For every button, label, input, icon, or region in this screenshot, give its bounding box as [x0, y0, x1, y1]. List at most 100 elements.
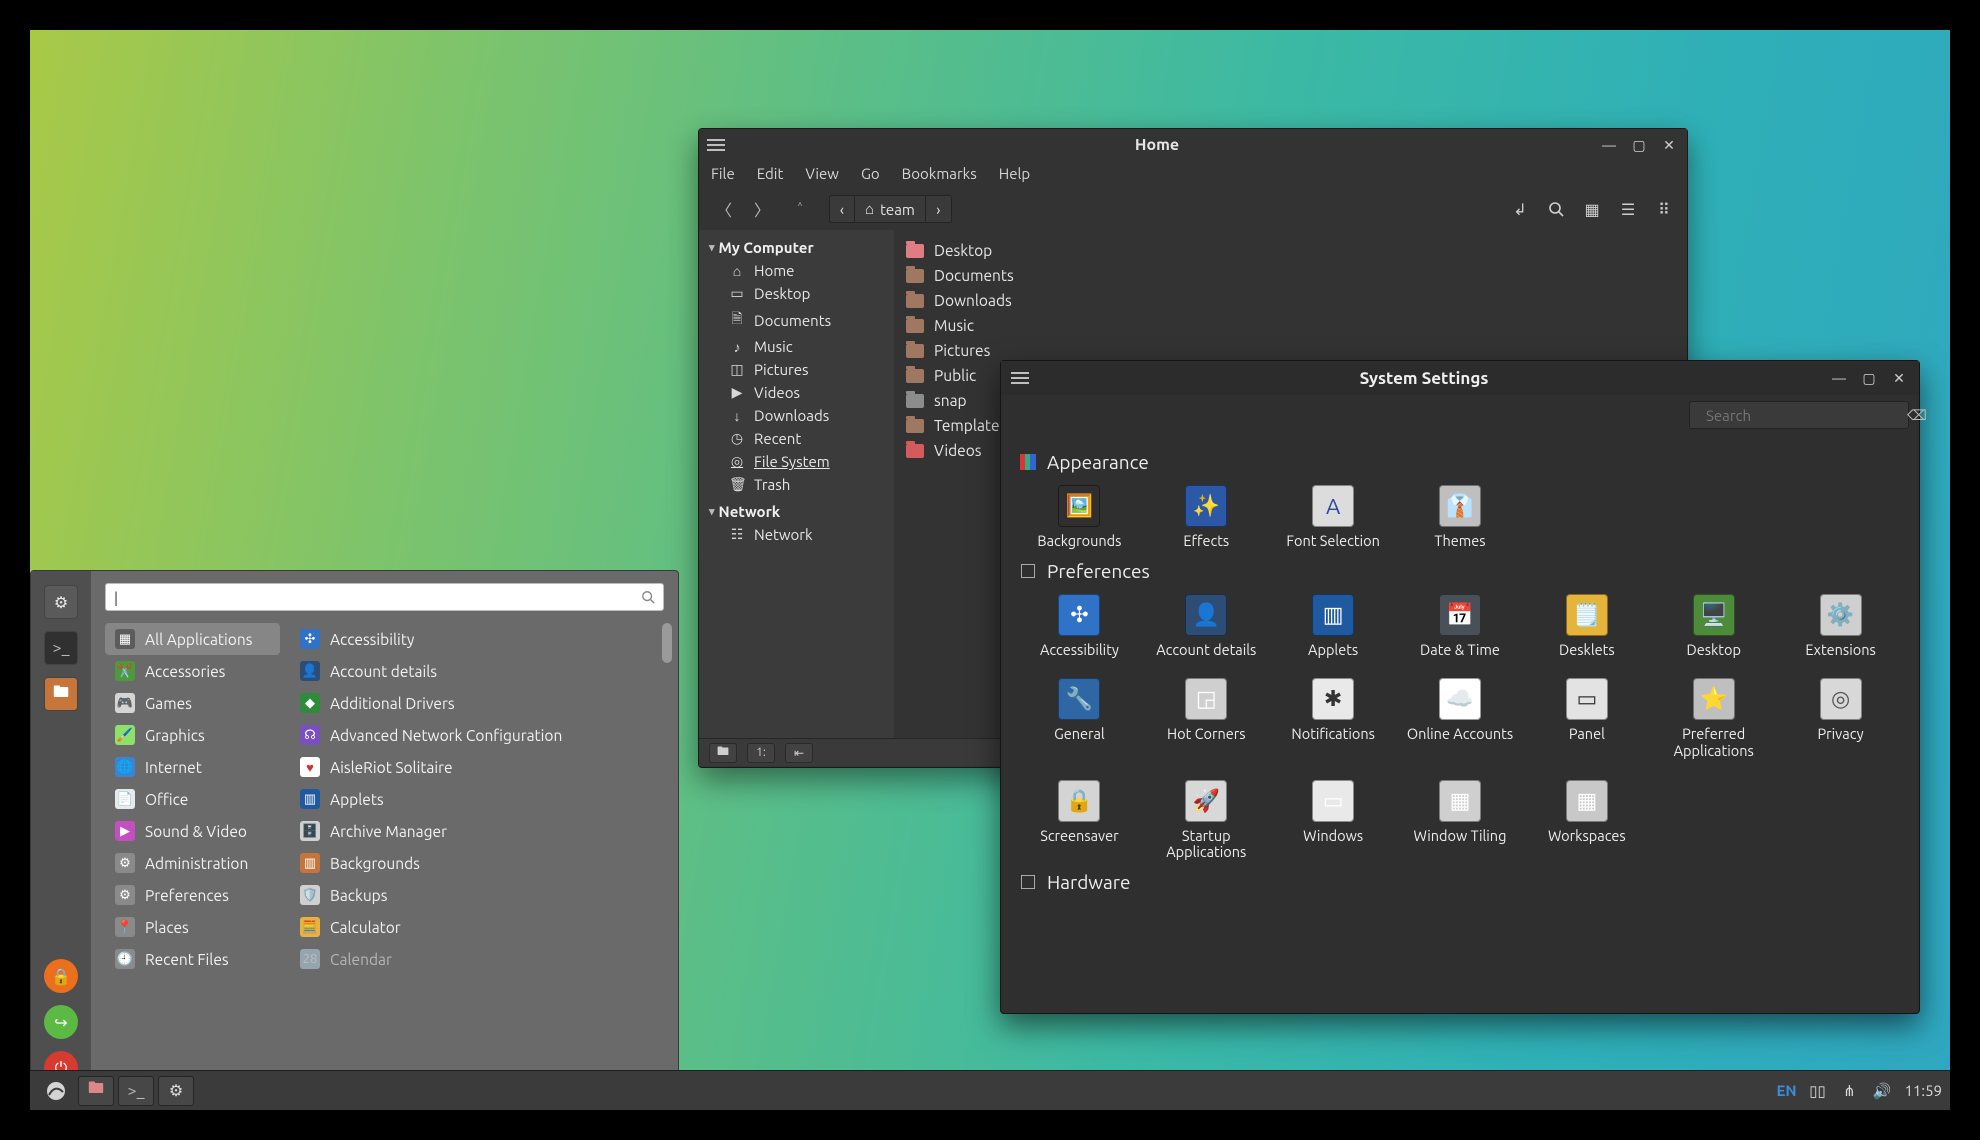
- keyboard-layout-indicator[interactable]: EN: [1776, 1082, 1794, 1099]
- sidebar-group-network[interactable]: ▾Network: [709, 500, 894, 523]
- close-button[interactable]: ✕: [1889, 368, 1909, 388]
- close-button[interactable]: ✕: [1659, 135, 1679, 155]
- icon-view-button[interactable]: ▦: [1579, 196, 1605, 222]
- menu-app-account-details[interactable]: 👤Account details: [290, 655, 664, 687]
- menu-help[interactable]: Help: [999, 165, 1030, 182]
- back-button[interactable]: 〈: [709, 194, 739, 224]
- taskbar-files[interactable]: 🖿: [78, 1076, 114, 1106]
- menu-file[interactable]: File: [711, 165, 735, 182]
- scrollbar[interactable]: [662, 623, 672, 663]
- settings-item-effects[interactable]: ✨Effects: [1146, 485, 1267, 550]
- settings-titlebar[interactable]: System Settings — ▢ ✕: [1001, 361, 1919, 395]
- settings-item-themes[interactable]: 👔Themes: [1400, 485, 1521, 550]
- lock-button[interactable]: 🔒: [44, 959, 78, 993]
- toggle-location-button[interactable]: ↲: [1507, 196, 1533, 222]
- breadcrumb-next[interactable]: ›: [926, 195, 952, 223]
- folder-music[interactable]: Music: [904, 313, 1677, 338]
- menu-app-aisleriot-solitaire[interactable]: ♥AisleRiot Solitaire: [290, 751, 664, 783]
- menu-category-games[interactable]: 🎮Games: [105, 687, 280, 719]
- hamburger-icon[interactable]: [707, 139, 725, 151]
- search-button[interactable]: [1543, 196, 1569, 222]
- favorite-settings[interactable]: ⚙: [44, 585, 78, 619]
- minimize-button[interactable]: —: [1599, 135, 1619, 155]
- hamburger-icon[interactable]: [1011, 372, 1029, 384]
- menu-app-archive-manager[interactable]: 🗄️Archive Manager: [290, 815, 664, 847]
- up-button[interactable]: ˄: [785, 194, 815, 224]
- settings-item-font-selection[interactable]: AFont Selection: [1273, 485, 1394, 550]
- sidebar-item-downloads[interactable]: ↓Downloads: [709, 404, 894, 427]
- menu-app-calendar[interactable]: 28Calendar: [290, 943, 664, 975]
- forward-button[interactable]: 〉: [747, 194, 777, 224]
- maximize-button[interactable]: ▢: [1629, 135, 1649, 155]
- status-hide-button[interactable]: ⇤: [785, 743, 813, 763]
- menu-category-graphics[interactable]: 🖌️Graphics: [105, 719, 280, 751]
- settings-item-workspaces[interactable]: ▦Workspaces: [1526, 780, 1647, 861]
- folder-downloads[interactable]: Downloads: [904, 288, 1677, 313]
- favorite-files[interactable]: 🖿: [44, 677, 78, 711]
- sidebar-item-documents[interactable]: 🗎Documents: [709, 305, 894, 335]
- settings-item-notifications[interactable]: ✱Notifications: [1273, 678, 1394, 759]
- taskbar-settings[interactable]: ⚙: [158, 1076, 194, 1106]
- menu-category-office[interactable]: 📄Office: [105, 783, 280, 815]
- settings-item-panel[interactable]: ▭Panel: [1526, 678, 1647, 759]
- minimize-button[interactable]: —: [1829, 368, 1849, 388]
- menu-category-sound-video[interactable]: ▶Sound & Video: [105, 815, 280, 847]
- menu-app-backups[interactable]: 🛡️Backups: [290, 879, 664, 911]
- settings-item-extensions[interactable]: ⚙️Extensions: [1780, 594, 1901, 659]
- settings-item-preferred-applications[interactable]: ⭐Preferred Applications: [1653, 678, 1774, 759]
- volume-icon[interactable]: 🔊: [1872, 1082, 1890, 1100]
- sidebar-item-network[interactable]: ☷Network: [709, 523, 894, 546]
- menu-bookmarks[interactable]: Bookmarks: [902, 165, 977, 182]
- favorite-terminal[interactable]: >_: [44, 631, 78, 665]
- clock[interactable]: 11:59: [1904, 1082, 1942, 1099]
- settings-item-accessibility[interactable]: ✣Accessibility: [1019, 594, 1140, 659]
- breadcrumb-home[interactable]: ⌂ team: [855, 195, 926, 223]
- menu-category-recent-files[interactable]: 🕘Recent Files: [105, 943, 280, 975]
- settings-item-backgrounds[interactable]: 🖼️Backgrounds: [1019, 485, 1140, 550]
- menu-go[interactable]: Go: [861, 165, 880, 182]
- menu-search-input[interactable]: [105, 583, 664, 611]
- menu-category-preferences[interactable]: ⚙Preferences: [105, 879, 280, 911]
- menu-category-all-applications[interactable]: ▦All Applications: [105, 623, 280, 655]
- settings-item-date-time[interactable]: 📅Date & Time: [1400, 594, 1521, 659]
- sidebar-item-desktop[interactable]: ▭Desktop: [709, 282, 894, 305]
- settings-item-applets[interactable]: ▥Applets: [1273, 594, 1394, 659]
- folder-desktop[interactable]: Desktop: [904, 238, 1677, 263]
- sidebar-item-videos[interactable]: ▶Videos: [709, 381, 894, 404]
- breadcrumb-prev[interactable]: ‹: [829, 195, 855, 223]
- settings-item-account-details[interactable]: 👤Account details: [1146, 594, 1267, 659]
- sidebar-item-home[interactable]: ⌂Home: [709, 259, 894, 282]
- menu-app-backgrounds[interactable]: ▥Backgrounds: [290, 847, 664, 879]
- settings-item-desktop[interactable]: 🖥️Desktop: [1653, 594, 1774, 659]
- sidebar-item-trash[interactable]: 🗑Trash: [709, 473, 894, 496]
- menu-app-accessibility[interactable]: ✣Accessibility: [290, 623, 664, 655]
- menu-category-administration[interactable]: ⚙Administration: [105, 847, 280, 879]
- network-icon[interactable]: ⋔: [1840, 1082, 1858, 1100]
- menu-category-accessories[interactable]: ✂️Accessories: [105, 655, 280, 687]
- status-places-button[interactable]: 🖿: [709, 743, 737, 763]
- menu-app-calculator[interactable]: 🧮Calculator: [290, 911, 664, 943]
- list-view-button[interactable]: ☰: [1615, 196, 1641, 222]
- menu-edit[interactable]: Edit: [757, 165, 784, 182]
- settings-item-desklets[interactable]: 🗒️Desklets: [1526, 594, 1647, 659]
- menu-category-internet[interactable]: 🌐Internet: [105, 751, 280, 783]
- maximize-button[interactable]: ▢: [1859, 368, 1879, 388]
- clear-icon[interactable]: ⌫: [1907, 407, 1927, 424]
- file-manager-titlebar[interactable]: Home — ▢ ✕: [699, 129, 1687, 161]
- menu-view[interactable]: View: [805, 165, 839, 182]
- menu-button[interactable]: [38, 1076, 74, 1106]
- settings-item-window-tiling[interactable]: ▦Window Tiling: [1400, 780, 1521, 861]
- settings-item-screensaver[interactable]: 🔒Screensaver: [1019, 780, 1140, 861]
- settings-item-hot-corners[interactable]: ◲Hot Corners: [1146, 678, 1267, 759]
- status-tree-button[interactable]: 1:: [747, 743, 775, 763]
- sidebar-item-music[interactable]: ♪Music: [709, 335, 894, 358]
- folder-documents[interactable]: Documents: [904, 263, 1677, 288]
- settings-item-general[interactable]: 🔧General: [1019, 678, 1140, 759]
- menu-category-places[interactable]: 📍Places: [105, 911, 280, 943]
- compact-view-button[interactable]: ⠿: [1651, 196, 1677, 222]
- menu-app-additional-drivers[interactable]: ◆Additional Drivers: [290, 687, 664, 719]
- sidebar-item-filesystem[interactable]: ◎File System: [709, 450, 894, 473]
- menu-app-advanced-network-configuration[interactable]: ☊Advanced Network Configuration: [290, 719, 664, 751]
- settings-item-privacy[interactable]: ◎Privacy: [1780, 678, 1901, 759]
- settings-item-windows[interactable]: ▭Windows: [1273, 780, 1394, 861]
